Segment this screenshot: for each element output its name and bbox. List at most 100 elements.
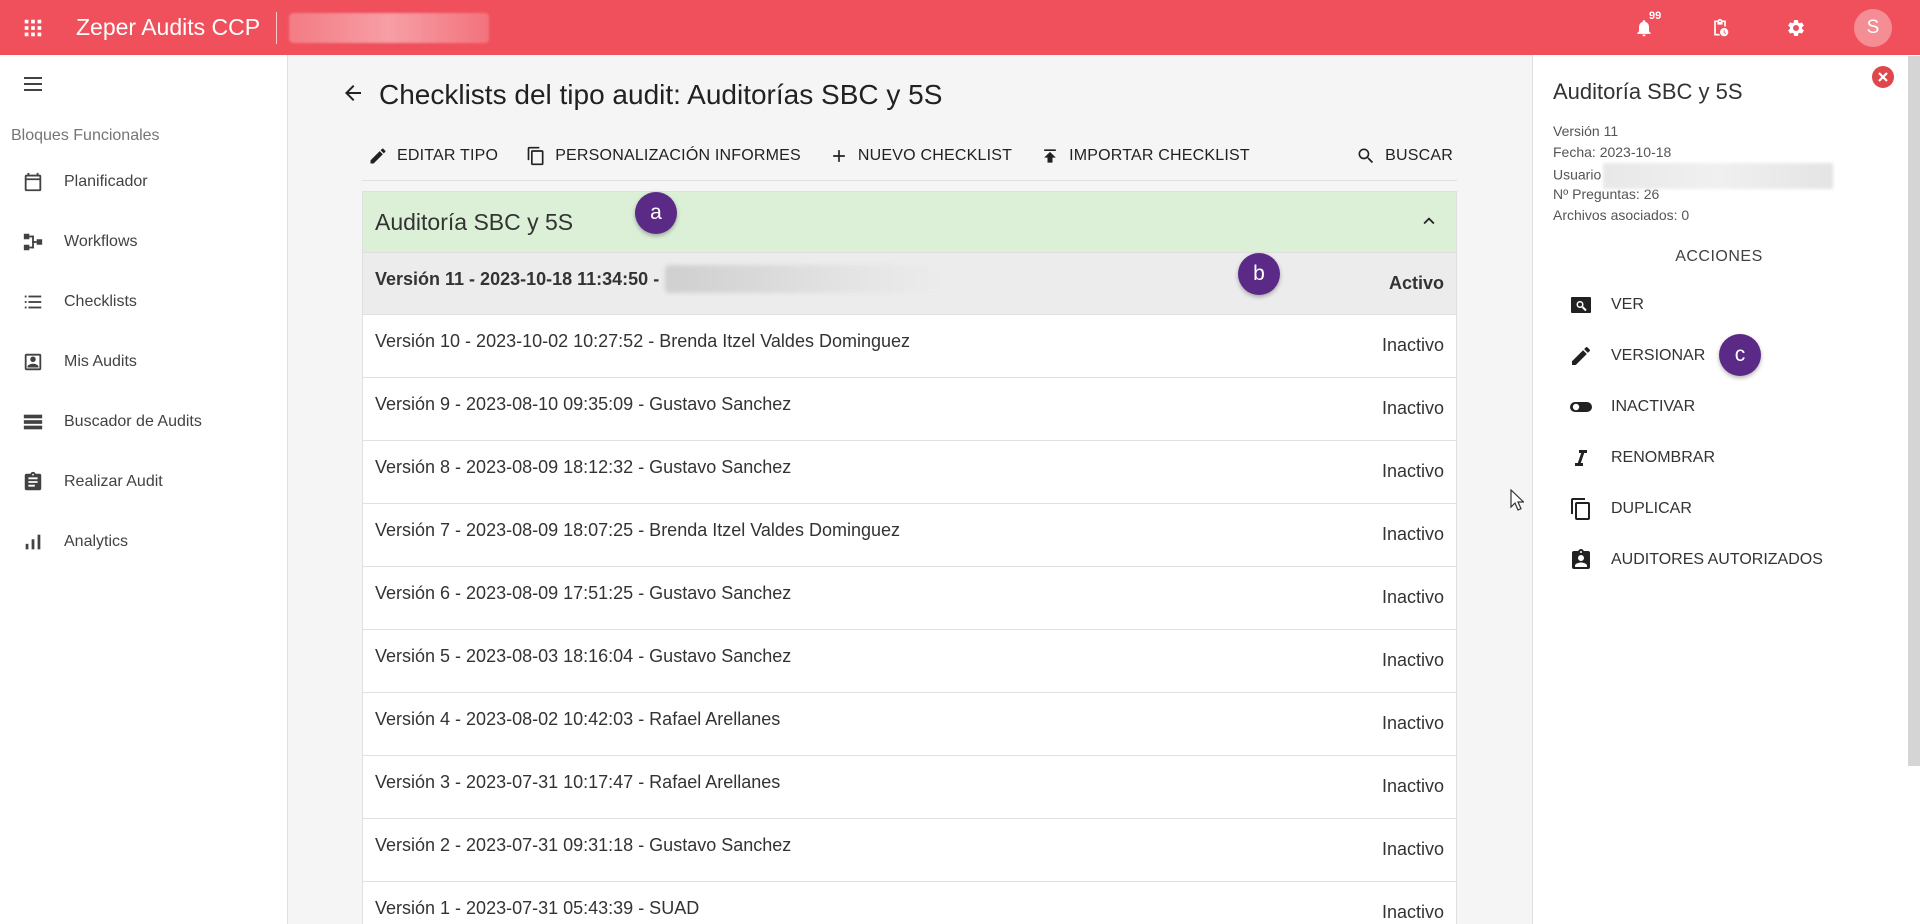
- version-status: Activo: [1388, 273, 1444, 293]
- mouse-cursor-icon: [1510, 488, 1525, 516]
- version-status: Inactivo: [1381, 713, 1444, 733]
- sidebar-item-checklists[interactable]: Checklists: [0, 272, 288, 332]
- version-status: Inactivo: [1381, 902, 1444, 922]
- action-auditores-autorizados[interactable]: AUDITORES AUTORIZADOS: [1569, 534, 1823, 585]
- account-box-icon: [24, 353, 42, 371]
- version-row[interactable]: Versión 4 - 2023-08-02 10:42:03 - Rafael…: [363, 692, 1456, 755]
- search-button[interactable]: BUSCAR: [1356, 146, 1453, 166]
- annotation-marker-a: a: [635, 192, 677, 234]
- annotation-marker-c: c: [1719, 334, 1761, 376]
- edit-type-label: EDITAR TIPO: [397, 146, 499, 164]
- action-ver[interactable]: VER: [1569, 279, 1823, 330]
- view-icon: [1571, 296, 1591, 313]
- sidebar-item-workflows[interactable]: Workflows: [0, 212, 288, 272]
- clipboard-clock-icon: [1714, 18, 1729, 36]
- version-status: Inactivo: [1381, 650, 1444, 670]
- version-text: Versión 7 - 2023-08-09 18:07:25 - Brenda…: [375, 520, 900, 540]
- version-row[interactable]: Versión 2 - 2023-07-31 09:31:18 - Gustav…: [363, 818, 1456, 881]
- sidebar: Bloques Funcionales Planificador Workflo…: [0, 55, 288, 924]
- version-text: Versión 4 - 2023-08-02 10:42:03 - Rafael…: [375, 709, 781, 729]
- copy-icon: [1571, 497, 1590, 520]
- search-label: BUSCAR: [1385, 146, 1453, 164]
- action-label: INACTIVAR: [1611, 397, 1696, 415]
- version-row[interactable]: Versión 3 - 2023-07-31 10:17:47 - Rafael…: [363, 755, 1456, 818]
- annotation-marker-b: b: [1238, 253, 1280, 295]
- sidebar-item-label: Planificador: [64, 173, 148, 190]
- scrollbar[interactable]: [1908, 56, 1920, 766]
- version-row[interactable]: Versión 5 - 2023-08-03 18:16:04 - Gustav…: [363, 629, 1456, 692]
- sidebar-item-mis-audits[interactable]: Mis Audits: [0, 332, 288, 392]
- checklist-panel-header[interactable]: Auditoría SBC y 5S: [363, 192, 1456, 252]
- chevron-up-icon[interactable]: [1418, 210, 1440, 238]
- search-icon: [1358, 148, 1374, 163]
- title-divider: [276, 11, 278, 44]
- version-status: Inactivo: [1381, 335, 1444, 355]
- details-files: Archivos asociados: 0: [1553, 207, 1690, 223]
- sidebar-item-planificador[interactable]: Planificador: [0, 152, 288, 212]
- actions-heading: ACCIONES: [1675, 248, 1763, 265]
- import-checklist-button[interactable]: IMPORTAR CHECKLIST: [1040, 146, 1250, 166]
- version-status: Inactivo: [1381, 839, 1444, 859]
- version-row[interactable]: Versión 1 - 2023-07-31 05:43:39 - SUAD In…: [363, 881, 1456, 924]
- app-title: Zeper Audits CCP: [76, 14, 261, 40]
- clipboard-icon: [24, 471, 42, 491]
- top-app-bar: Zeper Audits CCP 99 S: [0, 0, 1920, 55]
- new-checklist-button[interactable]: NUEVO CHECKLIST: [829, 146, 1012, 166]
- toggle-icon: [1570, 401, 1592, 412]
- list-storage-icon: [23, 414, 43, 430]
- bar-chart-icon: [25, 534, 41, 550]
- copy-icon: [527, 146, 544, 165]
- sidebar-item-realizar-audit[interactable]: Realizar Audit: [0, 452, 288, 512]
- version-text: Versión 10 - 2023-10-02 10:27:52 - Brend…: [375, 331, 910, 351]
- version-text: Versión 5 - 2023-08-03 18:16:04 - Gustav…: [375, 646, 792, 666]
- report-customization-label: PERSONALIZACIÓN INFORMES: [555, 146, 801, 164]
- pencil-icon: [370, 147, 386, 163]
- back-arrow-icon[interactable]: [341, 81, 365, 110]
- sidebar-item-analytics[interactable]: Analytics: [0, 512, 288, 572]
- report-customization-button[interactable]: PERSONALIZACIÓN INFORMES: [526, 146, 801, 166]
- edit-type-button[interactable]: EDITAR TIPO: [368, 146, 498, 166]
- close-icon[interactable]: [1871, 65, 1895, 89]
- action-renombrar[interactable]: RENOMBRAR: [1569, 432, 1823, 483]
- sidebar-item-label: Analytics: [64, 533, 129, 550]
- settings-button[interactable]: [1758, 0, 1834, 55]
- version-status: Inactivo: [1381, 776, 1444, 796]
- version-row-active[interactable]: Versión 11 - 2023-10-18 11:34:50 - Activ…: [363, 252, 1456, 314]
- action-duplicar[interactable]: DUPLICAR: [1569, 483, 1823, 534]
- redacted-user: [1603, 163, 1834, 189]
- italic-icon: [1575, 449, 1587, 466]
- new-checklist-label: NUEVO CHECKLIST: [857, 146, 1013, 164]
- version-row[interactable]: Versión 9 - 2023-08-10 09:35:09 - Gustav…: [363, 377, 1456, 440]
- user-avatar[interactable]: S: [1854, 8, 1892, 47]
- details-panel: Auditoría SBC y 5S Versión 11 Fecha: 202…: [1532, 55, 1920, 924]
- details-title: Auditoría SBC y 5S: [1553, 79, 1743, 104]
- redacted-plant-name: [289, 12, 490, 43]
- version-row[interactable]: Versión 8 - 2023-08-09 18:12:32 - Gustav…: [363, 440, 1456, 503]
- version-text: Versión 9 - 2023-08-10 09:35:09 - Gustav…: [375, 394, 792, 414]
- version-row[interactable]: Versión 6 - 2023-08-09 17:51:25 - Gustav…: [363, 566, 1456, 629]
- action-versionar[interactable]: VERSIONAR: [1569, 330, 1823, 381]
- import-checklist-label: IMPORTAR CHECKLIST: [1069, 146, 1250, 164]
- menu-icon[interactable]: [20, 71, 46, 97]
- version-status: Inactivo: [1381, 587, 1444, 607]
- details-version: Versión 11: [1553, 123, 1619, 139]
- details-date: Fecha: 2023-10-18: [1553, 144, 1672, 160]
- actions-list: VER VERSIONAR INACTIVAR RENOMBRAR DUPLIC…: [1569, 279, 1823, 585]
- calendar-icon: [24, 172, 42, 192]
- details-user-label: Usuario: [1553, 166, 1602, 183]
- version-text: Versión 3 - 2023-07-31 10:17:47 - Rafael…: [375, 772, 781, 792]
- version-row[interactable]: Versión 7 - 2023-08-09 18:07:25 - Brenda…: [363, 503, 1456, 566]
- toolbar: EDITAR TIPO PERSONALIZACIÓN INFORMES NUE…: [362, 131, 1457, 181]
- version-status: Inactivo: [1381, 398, 1444, 418]
- version-text: Versión 2 - 2023-07-31 09:31:18 - Gustav…: [375, 835, 792, 855]
- apps-grid-icon[interactable]: [0, 0, 66, 55]
- clipboard-clock-button[interactable]: [1682, 0, 1758, 55]
- sidebar-item-label: Checklists: [64, 293, 137, 310]
- sidebar-item-label: Realizar Audit: [64, 473, 163, 490]
- action-inactivar[interactable]: INACTIVAR: [1569, 381, 1823, 432]
- details-metadata: Versión 11 Fecha: 2023-10-18 Usuario Nº …: [1553, 121, 1834, 226]
- main-content: Checklists del tipo audit: Auditorías SB…: [289, 55, 1531, 924]
- sidebar-item-buscador[interactable]: Buscador de Audits: [0, 392, 288, 452]
- notifications-button[interactable]: 99: [1606, 0, 1682, 55]
- version-row[interactable]: Versión 10 - 2023-10-02 10:27:52 - Brend…: [363, 314, 1456, 377]
